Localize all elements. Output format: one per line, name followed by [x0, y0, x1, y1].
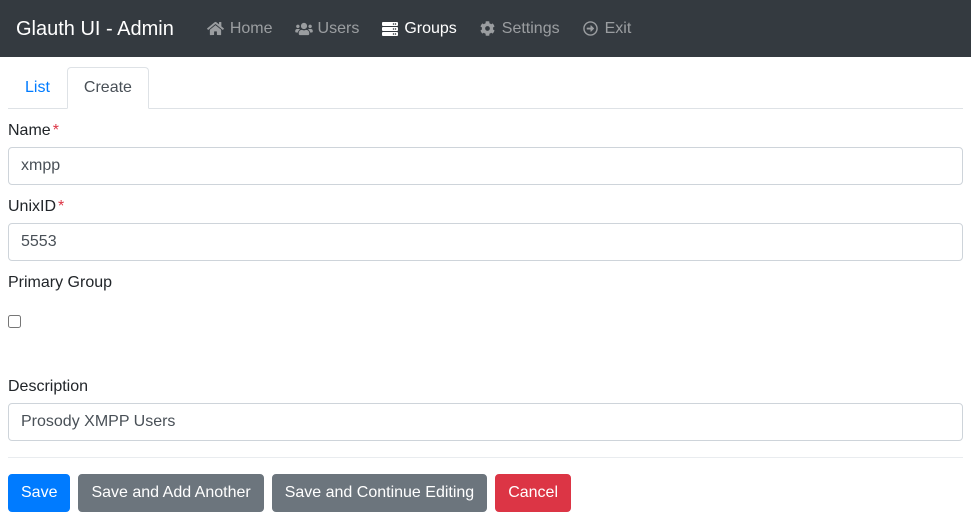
tab-bar: List Create: [8, 67, 963, 109]
unixid-label: UnixID *: [8, 185, 963, 223]
primary-group-checkbox-wrap: [8, 299, 963, 337]
nav-item-label-groups: Groups: [404, 19, 457, 37]
server-icon: [381, 21, 399, 37]
name-form-group: Name *: [8, 109, 963, 185]
name-label-text: Name: [8, 122, 51, 139]
name-required-marker: *: [52, 122, 59, 139]
unixid-label-text: UnixID: [8, 198, 57, 215]
form-action-buttons: Save Save and Add Another Save and Conti…: [8, 458, 963, 512]
navbar-brand[interactable]: Glauth UI - Admin: [16, 13, 174, 45]
form-spacer: [8, 337, 963, 365]
save-button[interactable]: Save: [8, 474, 71, 512]
group-create-form: Name* UnixID* Primary Group Description …: [8, 109, 963, 512]
unixid-required-marker: *: [58, 198, 65, 215]
sign-out-icon: [582, 21, 600, 37]
description-label: Description: [8, 378, 89, 395]
home-icon: [207, 21, 225, 37]
save-and-add-another-button[interactable]: Save and Add Another: [78, 474, 264, 512]
tab-list[interactable]: List: [8, 67, 67, 109]
nav-item-groups[interactable]: Groups: [370, 19, 467, 37]
navbar-menu: Home Users Groups Settings Exit: [196, 19, 643, 37]
primary-group-form-group: Primary Group: [8, 261, 963, 337]
cancel-button[interactable]: Cancel: [495, 474, 571, 512]
name-label: Name *: [8, 109, 963, 147]
save-and-continue-editing-button[interactable]: Save and Continue Editing: [271, 474, 488, 512]
users-icon: [294, 21, 313, 37]
unixid-form-group: UnixID *: [8, 185, 963, 261]
gear-icon: [479, 21, 497, 37]
top-navbar: Glauth UI - Admin Home Users Groups Sett…: [0, 0, 971, 57]
nav-item-label-settings: Settings: [501, 19, 560, 37]
nav-item-label-home: Home: [229, 19, 273, 37]
primary-group-label: Primary Group: [8, 274, 113, 291]
nav-item-users[interactable]: Users: [284, 19, 371, 37]
name-input[interactable]: [8, 147, 963, 185]
nav-item-home[interactable]: Home: [196, 19, 284, 37]
page-content: List Create Name* UnixID* Primary Group …: [0, 67, 971, 512]
tab-create[interactable]: Create: [66, 67, 149, 109]
nav-item-settings[interactable]: Settings: [468, 19, 571, 37]
nav-item-exit[interactable]: Exit: [571, 19, 643, 37]
nav-item-label-users: Users: [317, 19, 360, 37]
nav-item-label-exit: Exit: [604, 19, 632, 37]
unixid-input[interactable]: [8, 223, 963, 261]
description-input[interactable]: [8, 403, 963, 441]
primary-group-checkbox[interactable]: [8, 315, 21, 329]
description-form-group: Description: [8, 365, 963, 441]
